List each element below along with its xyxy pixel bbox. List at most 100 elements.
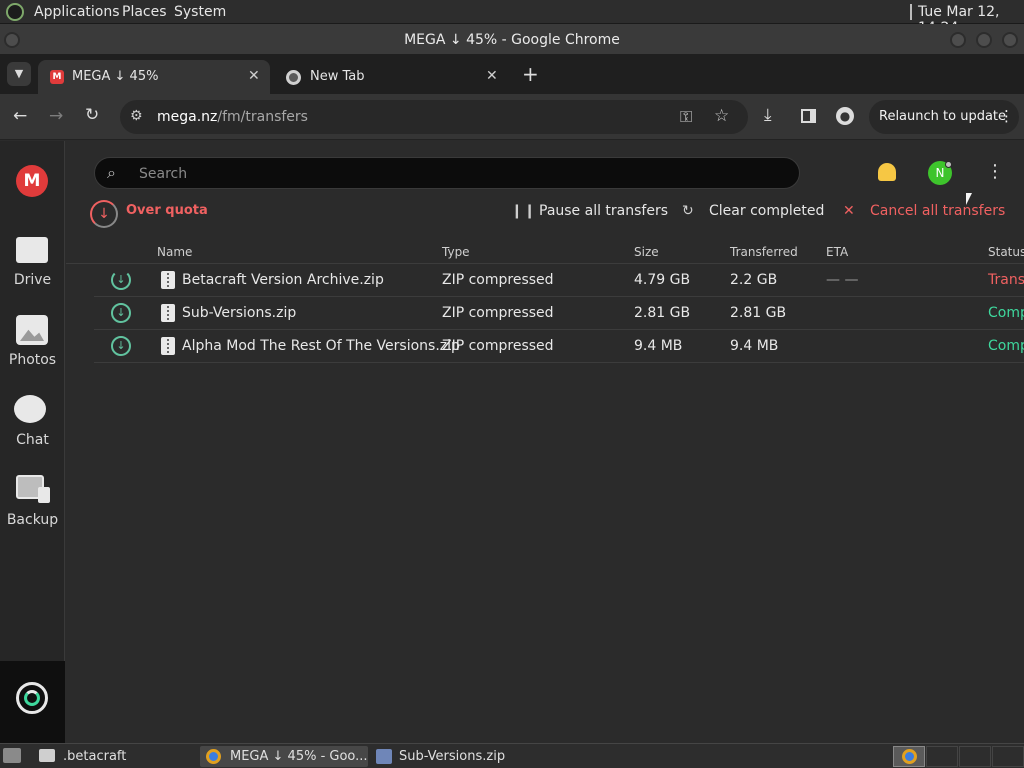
transferred-amount: 2.81 GB <box>730 305 787 321</box>
tab-mega[interactable]: M MEGA ↓ 45% ✕ <box>38 60 270 94</box>
pause-icon: ❙❙ <box>511 203 537 219</box>
taskbar-item-sub-versions[interactable]: Sub-Versions.zip <box>372 746 552 767</box>
downloads-icon[interactable]: ⤓ <box>764 105 772 125</box>
download-icon: ↓ <box>111 270 131 290</box>
workspace-switcher-3[interactable] <box>959 746 991 767</box>
chat-icon <box>14 395 46 423</box>
window-title-bar[interactable]: MEGA ↓ 45% - Google Chrome <box>0 24 1024 54</box>
profile-icon[interactable]: ● <box>836 107 854 125</box>
relaunch-to-update-button[interactable]: Relaunch to update ⋮ <box>869 100 1019 134</box>
panel-separator <box>910 4 912 20</box>
chrome-icon <box>902 749 917 764</box>
new-tab-plus-icon[interactable]: + <box>522 62 539 86</box>
photo-mountain-shape <box>20 329 44 341</box>
photos-icon <box>16 315 48 345</box>
system-top-bar: Applications Places System Tue Mar 12, 1… <box>0 0 1024 36</box>
file-type: ZIP compressed <box>442 272 554 288</box>
mega-favicon-icon: M <box>50 70 64 84</box>
zip-file-icon <box>161 337 175 355</box>
status-badge: Completed <box>988 305 1024 321</box>
transferred-amount: 9.4 MB <box>730 338 779 354</box>
file-type: ZIP compressed <box>442 305 554 321</box>
file-size: 4.79 GB <box>634 272 691 288</box>
tab-label: New Tab <box>310 69 365 84</box>
workspace-switcher-2[interactable] <box>926 746 958 767</box>
taskbar-item-betacraft[interactable]: .betacraft <box>34 746 194 767</box>
table-row[interactable]: ↓ Betacraft Version Archive.zip ZIP comp… <box>94 264 1024 297</box>
folder-icon <box>39 749 55 762</box>
tab-strip: ▼ M MEGA ↓ 45% ✕ New Tab ✕ + <box>0 54 1024 94</box>
bookmark-star-icon[interactable]: ☆ <box>714 106 729 126</box>
column-header-size[interactable]: Size <box>634 245 659 259</box>
close-tab-icon[interactable]: ✕ <box>248 68 260 84</box>
url-text[interactable]: mega.nz/fm/transfers <box>157 109 308 125</box>
mega-logo-icon[interactable]: M <box>16 165 48 197</box>
applications-menu[interactable]: Applications <box>34 4 120 20</box>
cancel-all-button[interactable]: Cancel all transfers <box>870 203 1005 219</box>
side-panel-icon[interactable] <box>801 109 816 123</box>
show-desktop-icon[interactable] <box>3 748 21 763</box>
column-header-name[interactable]: Name <box>157 245 192 259</box>
workspace-switcher-4[interactable] <box>992 746 1024 767</box>
over-quota-label[interactable]: Over quota <box>126 203 208 218</box>
tab-search-button[interactable]: ▼ <box>7 62 31 86</box>
distro-logo-icon[interactable] <box>6 3 24 21</box>
column-header-type[interactable]: Type <box>442 245 470 259</box>
clear-icon: ↻ <box>682 203 694 219</box>
minimize-button[interactable] <box>950 32 966 48</box>
taskbar: .betacraft MEGA ↓ 45% - Goo... Sub-Versi… <box>0 743 1024 768</box>
archive-icon <box>376 749 392 764</box>
sidebar-item-label: Chat <box>16 432 49 448</box>
navigation-bar: ← → ↻ ⚙ mega.nz/fm/transfers ⚿ ☆ ⤓ ● Rel… <box>0 94 1024 140</box>
notifications-bell-icon[interactable] <box>878 163 896 181</box>
places-menu[interactable]: Places <box>122 4 167 20</box>
relaunch-label: Relaunch to update <box>879 109 1007 124</box>
zip-file-icon <box>161 304 175 322</box>
pause-all-button[interactable]: Pause all transfers <box>539 203 668 219</box>
search-bar[interactable]: ⌕ <box>94 157 800 189</box>
transfer-manager-area <box>0 661 65 743</box>
file-name: Betacraft Version Archive.zip <box>182 272 384 288</box>
maximize-button[interactable] <box>976 32 992 48</box>
site-info-icon[interactable]: ⚙ <box>130 108 143 124</box>
search-input[interactable] <box>139 164 739 184</box>
password-key-icon[interactable]: ⚿ <box>680 107 692 127</box>
forward-arrow-icon[interactable]: → <box>49 106 63 126</box>
status-badge: Transferring <box>988 272 1024 288</box>
status-badge: Completed <box>988 338 1024 354</box>
workspace-switcher-1[interactable] <box>893 746 925 767</box>
chrome-favicon-icon <box>286 70 301 85</box>
table-row[interactable]: ↓ Alpha Mod The Rest Of The Versions.zip… <box>94 330 1024 363</box>
clear-completed-button[interactable]: Clear completed <box>709 203 824 219</box>
address-bar[interactable]: ⚙ mega.nz/fm/transfers ⚿ ☆ <box>120 100 748 134</box>
transfer-progress-icon[interactable] <box>16 682 48 714</box>
table-row[interactable]: ↓ Sub-Versions.zip ZIP compressed 2.81 G… <box>94 297 1024 330</box>
taskbar-item-chrome[interactable]: MEGA ↓ 45% - Goo... <box>200 746 368 767</box>
sidebar-item-label: Photos <box>8 352 57 368</box>
system-menu[interactable]: System <box>174 4 226 20</box>
chrome-icon <box>206 749 221 764</box>
transferred-amount: 2.2 GB <box>730 272 778 288</box>
reload-icon[interactable]: ↻ <box>85 105 99 125</box>
sidebar-item-label: Backup <box>6 512 59 528</box>
file-size: 2.81 GB <box>634 305 691 321</box>
chrome-menu-icon[interactable]: ⋮ <box>999 107 1014 125</box>
close-tab-icon[interactable]: ✕ <box>486 68 498 84</box>
file-size: 9.4 MB <box>634 338 683 354</box>
sidebar-item-label: Drive <box>13 272 52 288</box>
more-options-icon[interactable]: ⋮ <box>986 161 1004 182</box>
column-header-transferred[interactable]: Transferred <box>730 245 798 259</box>
tab-new-tab[interactable]: New Tab ✕ <box>276 60 512 94</box>
avatar-status-dot <box>945 161 952 168</box>
column-header-status[interactable]: Status <box>988 245 1024 259</box>
taskbar-item-label: Sub-Versions.zip <box>399 749 506 764</box>
folder-icon <box>16 237 48 263</box>
file-name: Alpha Mod The Rest Of The Versions.zip <box>182 338 460 354</box>
file-type: ZIP compressed <box>442 338 554 354</box>
over-quota-icon: ↓ <box>90 200 118 228</box>
close-window-button[interactable] <box>1002 32 1018 48</box>
back-arrow-icon[interactable]: ← <box>13 106 27 126</box>
download-icon: ↓ <box>111 303 131 323</box>
download-icon: ↓ <box>111 336 131 356</box>
column-header-eta[interactable]: ETA <box>826 245 848 259</box>
